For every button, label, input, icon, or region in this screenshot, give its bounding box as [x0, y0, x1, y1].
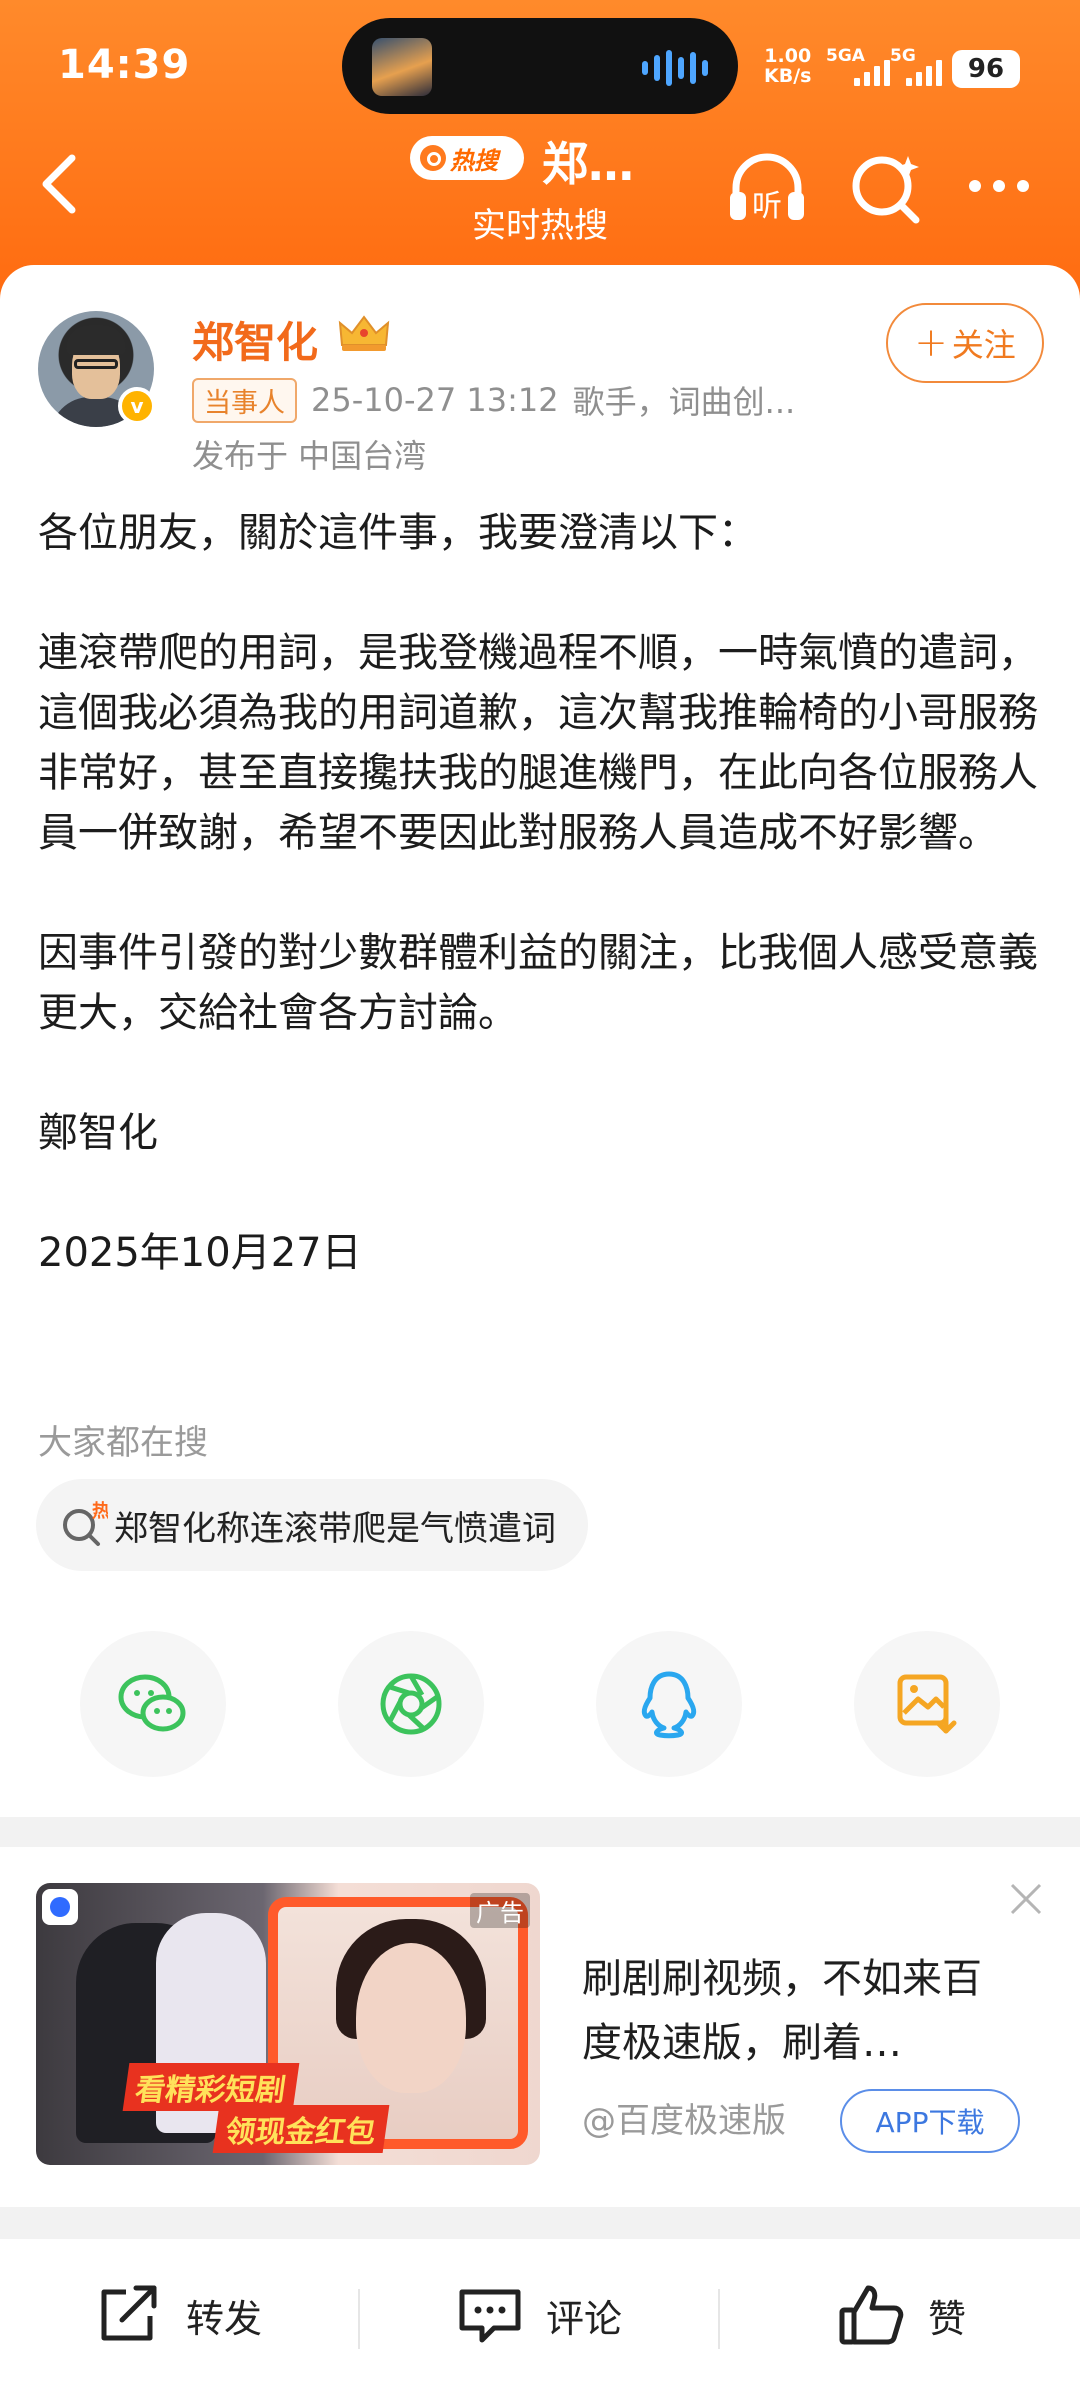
- status-bar: 14:39 1.00 KB/s 5GA 5G 96: [0, 0, 1080, 130]
- repost-button[interactable]: 转发: [96, 2275, 262, 2355]
- bottom-action-bar: 转发 评论 赞: [0, 2239, 1080, 2400]
- comment-button[interactable]: 评论: [456, 2275, 622, 2355]
- post-paragraph: 連滾帶爬的用詞，是我登機過程不順，一時氣憤的遣詞，這個我必須為我的用詞道歉，這次…: [38, 630, 1038, 856]
- moments-icon: [380, 1673, 442, 1735]
- header: 14:39 1.00 KB/s 5GA 5G 96 热搜 郑… 实时热搜 听: [0, 0, 1080, 300]
- audio-wave-icon: [642, 48, 708, 88]
- plus-icon: +: [914, 320, 948, 366]
- ad-banner-line2: 领现金红包: [212, 2105, 390, 2153]
- follow-button[interactable]: + 关注: [886, 303, 1044, 383]
- more-icon[interactable]: [955, 144, 1045, 234]
- thumbs-up-icon: [839, 2285, 904, 2345]
- section-divider-2: [0, 2207, 1080, 2239]
- wechat-icon: [118, 1674, 186, 1732]
- headphones-listen-icon[interactable]: 听: [722, 144, 812, 234]
- post-signature: 鄭智化: [38, 1110, 158, 1156]
- post-meta: 当事人 25-10-27 13:12 歌手，词曲创...: [192, 377, 795, 423]
- post-date: 2025年10月27日: [38, 1230, 362, 1276]
- crown-icon: [338, 315, 390, 351]
- author-name[interactable]: 郑智化: [192, 309, 318, 370]
- post-paragraph: 各位朋友，關於這件事，我要澄清以下：: [38, 510, 758, 556]
- verified-badge-icon: v: [118, 387, 156, 425]
- close-icon[interactable]: [1006, 1879, 1046, 1919]
- post-card: v 郑智化 当事人 25-10-27 13:12 歌手，词曲创... 发布于 中…: [0, 265, 1080, 1820]
- share-moments-button[interactable]: [338, 1631, 484, 1777]
- save-image-button[interactable]: [854, 1631, 1000, 1777]
- author-description: 歌手，词曲创...: [572, 383, 796, 421]
- post-location: 发布于 中国台湾: [192, 437, 427, 475]
- signal-icon: [854, 56, 890, 86]
- post-paragraph: 因事件引發的對少數群體利益的關注，比我個人感受意義更大，交給社會各方討論。: [38, 930, 1038, 1036]
- baidu-logo-icon: [42, 1889, 78, 1925]
- search-icon[interactable]: [842, 144, 932, 234]
- qq-icon: [641, 1671, 697, 1739]
- ad-card[interactable]: 广告 看精彩短剧 领现金红包 刷剧刷视频，不如来百度极速版，刷着… @百度极速版…: [0, 1847, 1080, 2207]
- ad-source: @百度极速版: [582, 2101, 786, 2141]
- signal-icon-2: [906, 56, 942, 86]
- hot-search-logo: 热搜: [410, 136, 524, 180]
- party-tag: 当事人: [192, 377, 297, 423]
- ad-image[interactable]: 广告 看精彩短剧 领现金红包: [36, 1883, 540, 2165]
- like-button[interactable]: 赞: [838, 2275, 966, 2355]
- ad-title[interactable]: 刷剧刷视频，不如来百度极速版，刷着…: [582, 1947, 1012, 2075]
- share-qq-button[interactable]: [596, 1631, 742, 1777]
- page-title: 郑…: [542, 137, 634, 191]
- battery-indicator: 96: [952, 50, 1020, 88]
- share-wechat-button[interactable]: [80, 1631, 226, 1777]
- save-image-icon: [897, 1674, 957, 1734]
- network-rate: 1.00 KB/s: [764, 45, 812, 87]
- section-divider: [0, 1817, 1080, 1847]
- dynamic-island[interactable]: [342, 18, 738, 114]
- app-download-button[interactable]: APP下载: [840, 2089, 1020, 2153]
- ad-label: 广告: [470, 1893, 530, 1928]
- search-logo-icon: [420, 145, 446, 171]
- ad-banner-line1: 看精彩短剧: [122, 2063, 300, 2111]
- post-time: 25-10-27 13:12: [311, 381, 559, 419]
- svg-text:热: 热: [92, 1500, 108, 1522]
- trending-search-chip[interactable]: 热 郑智化称连滚带爬是气愤遣词: [36, 1479, 588, 1571]
- hot-search-icon: 热: [63, 1500, 108, 1546]
- share-row: [0, 1631, 1080, 1781]
- status-time: 14:39: [58, 42, 191, 88]
- listen-label: 听: [752, 189, 782, 224]
- comment-icon: [459, 2289, 521, 2343]
- media-thumbnail: [372, 38, 432, 96]
- trending-heading: 大家都在搜: [38, 1423, 208, 1463]
- share-arrow-icon: [101, 2285, 157, 2341]
- post-body: 各位朋友，關於這件事，我要澄清以下： 連滾帶爬的用詞，是我登機過程不順，一時氣憤…: [38, 503, 1048, 1283]
